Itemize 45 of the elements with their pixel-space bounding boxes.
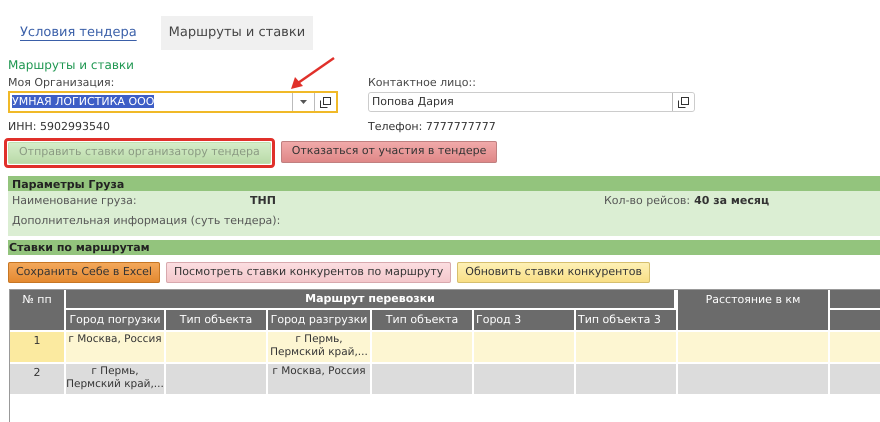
toolbar-button[interactable]: Сохранить Себе в Excel [8, 262, 160, 282]
table-header-cell: Маршрут перевозки [66, 290, 676, 308]
table-header-cell: Тип объекта 3 [576, 310, 678, 330]
tab[interactable]: Условия тендера [12, 16, 145, 50]
field-label: Контактное лицо:: [368, 76, 477, 89]
contact-field[interactable]: Попова Дария [368, 92, 695, 112]
trips-value: 40 за месяц [694, 193, 770, 210]
table-header-cell: Тип объекта [166, 310, 268, 330]
organization-field[interactable]: УМНАЯ ЛОГИСТИКА ООО [8, 91, 338, 113]
section-title: Маршруты и ставки [8, 58, 135, 72]
toolbar-button[interactable]: Обновить ставки конкурентов [457, 262, 650, 282]
table-cell: 2 [10, 364, 66, 394]
field-value: Попова Дария [371, 94, 455, 110]
table-row[interactable]: 1 г Москва, Россия г Пермь, Пермский край,... [10, 330, 880, 362]
panel-header: Ставки по маршрутам [8, 240, 880, 254]
field-label: Моя Организация: [8, 76, 116, 89]
table-header-cell: Город разгрузки [268, 310, 372, 330]
table-header-cell: Город погрузки [66, 310, 166, 330]
cargo-name: ТНП [250, 193, 277, 210]
field-value: УМНАЯ ЛОГИСТИКА ООО [11, 94, 156, 110]
table-cell: г Пермь, Пермский край,... [270, 332, 368, 358]
field-label: Дополнительная информация (суть тендера): [11, 212, 282, 228]
inn-text: ИНН: 5902993540 [8, 119, 111, 135]
open-window-icon[interactable] [678, 96, 689, 108]
table-cell: 1 [10, 332, 66, 362]
field-label: Наименование груза: [12, 193, 138, 210]
decline-button[interactable]: Отказаться от участия в тендере [280, 140, 498, 162]
table-header-cell [830, 290, 880, 308]
table-row[interactable]: 2 г Пермь, Пермский край,... г Москва, Россия [10, 362, 880, 394]
phone-text: Телефон: 7777777777 [368, 119, 497, 135]
open-window-icon[interactable] [320, 96, 331, 108]
dropdown-icon[interactable] [300, 100, 307, 104]
table-header-cell [830, 310, 880, 330]
toolbar-button[interactable]: Посмотреть ставки конкурентов по маршруту [166, 262, 452, 282]
table-header-cell: Город 3 [474, 310, 576, 330]
panel-header: Параметры Груза [8, 174, 880, 190]
table-header-cell: Расстояние в км [678, 290, 830, 330]
annotation-arrow [288, 56, 336, 92]
table-cell: г Пермь, Пермский край,... [66, 364, 164, 390]
table-cell: г Москва, Россия [272, 364, 366, 376]
table-header-cell: Тип объекта [372, 310, 474, 330]
tab[interactable]: Маршруты и ставки [160, 16, 314, 50]
table-cell: г Москва, Россия [68, 332, 162, 344]
table-header-cell: № пп [10, 290, 66, 330]
field-label: Кол-во рейсов: [604, 193, 690, 210]
